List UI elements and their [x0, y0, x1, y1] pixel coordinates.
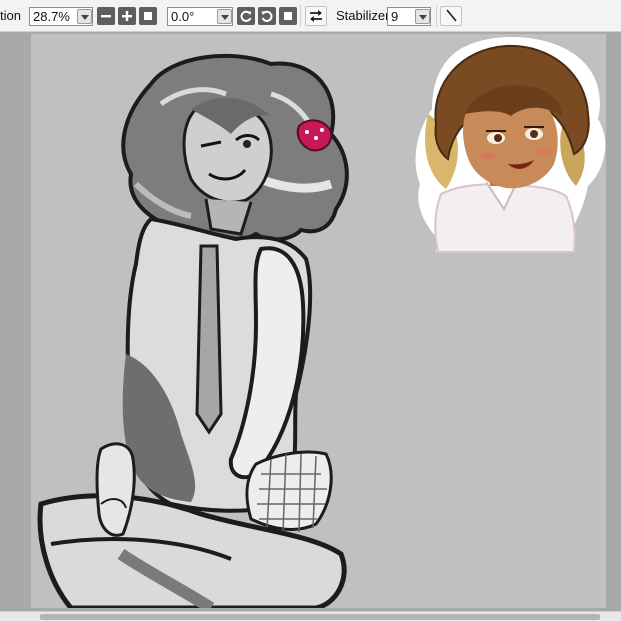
- app-window: tion 28.7% 0.0° Stabilizer 9: [0, 0, 621, 621]
- toolbar-separator: [436, 5, 437, 27]
- zoom-dropdown-arrow-icon[interactable]: [77, 9, 92, 24]
- zoom-field[interactable]: 28.7%: [29, 7, 93, 26]
- drawing-canvas[interactable]: [31, 34, 606, 608]
- stabilizer-dropdown-arrow-icon[interactable]: [415, 9, 430, 24]
- square-icon: [144, 12, 152, 20]
- toolbar-separator: [300, 5, 301, 27]
- line-tool-button[interactable]: [440, 6, 462, 26]
- portrait-pupil: [530, 130, 538, 138]
- portrait-blush: [480, 152, 496, 160]
- rotation-label: tion: [0, 8, 21, 23]
- workspace: [0, 32, 621, 611]
- flip-horizontal-button[interactable]: [305, 6, 327, 26]
- flip-horizontal-icon: [310, 10, 322, 22]
- rotate-ccw-icon: [240, 10, 252, 22]
- rotate-cw-icon: [261, 10, 273, 22]
- horizontal-scrollbar-thumb[interactable]: [40, 614, 600, 620]
- square-icon: [284, 12, 292, 20]
- rotate-right-button[interactable]: [258, 7, 276, 25]
- angle-field[interactable]: 0.0°: [167, 7, 233, 26]
- minus-icon: [101, 15, 111, 18]
- color-portrait-illustration: [415, 36, 606, 253]
- horizontal-scrollbar[interactable]: [0, 611, 621, 621]
- angle-value: 0.0°: [171, 9, 195, 24]
- line-tool-icon: [446, 9, 457, 22]
- plus-icon: [122, 11, 132, 21]
- rotate-reset-button[interactable]: [279, 7, 297, 25]
- zoom-reset-button[interactable]: [139, 7, 157, 25]
- stabilizer-label: Stabilizer: [336, 8, 390, 23]
- zoom-out-button[interactable]: [97, 7, 115, 25]
- zoom-in-button[interactable]: [118, 7, 136, 25]
- stabilizer-value: 9: [391, 9, 399, 24]
- stabilizer-field[interactable]: 9: [387, 7, 431, 26]
- angle-dropdown-arrow-icon[interactable]: [217, 9, 232, 24]
- rotate-left-button[interactable]: [237, 7, 255, 25]
- zoom-value: 28.7%: [33, 9, 70, 24]
- portrait-pupil: [494, 134, 502, 142]
- portrait-blush: [536, 148, 552, 156]
- tool-property-bar: tion 28.7% 0.0° Stabilizer 9: [0, 0, 621, 32]
